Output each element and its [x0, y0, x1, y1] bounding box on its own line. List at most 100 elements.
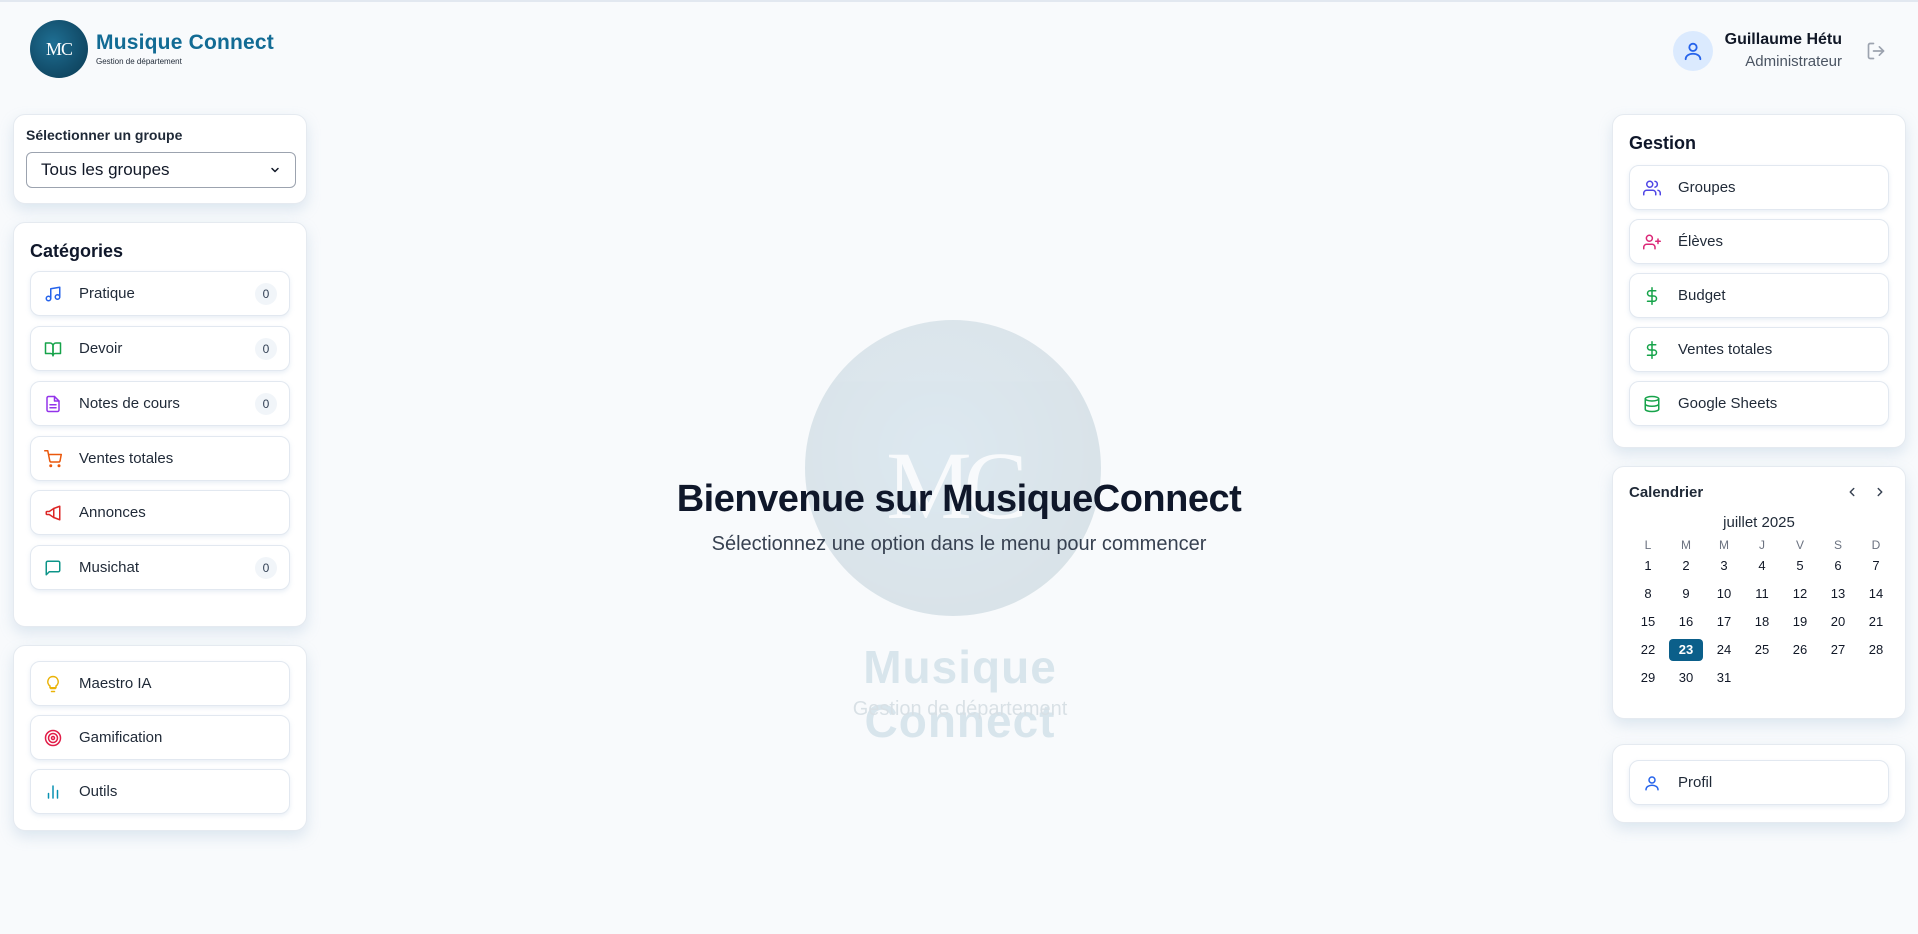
calendar-day[interactable]: 9	[1667, 583, 1705, 611]
calendar-day[interactable]: 20	[1819, 611, 1857, 639]
database-icon	[1642, 394, 1662, 414]
calendar-day[interactable]: 14	[1857, 583, 1895, 611]
category-item-ventes-totales[interactable]: Ventes totales	[30, 436, 290, 481]
target-icon	[43, 728, 63, 748]
calendar-day-number: 29	[1640, 670, 1656, 685]
calendar-day[interactable]: 30	[1667, 667, 1705, 695]
calendar-day[interactable]: 24	[1705, 639, 1743, 667]
calendar-day[interactable]: 4	[1743, 555, 1781, 583]
calendar-title: Calendrier	[1629, 483, 1704, 501]
user-role: Administrateur	[1745, 53, 1842, 70]
calendar-day-number: 16	[1678, 614, 1694, 629]
count-badge: 0	[255, 282, 277, 305]
tool-item-maestro-ia[interactable]: Maestro IA	[30, 661, 290, 706]
calendar-card: Calendrier juillet 2025 LMMJVSD123456789…	[1612, 466, 1906, 719]
calendar-day-number: 8	[1644, 586, 1652, 601]
calendar-day[interactable]: 16	[1667, 611, 1705, 639]
gestion-item-budget[interactable]: Budget	[1629, 273, 1889, 318]
calendar-day[interactable]: 6	[1819, 555, 1857, 583]
calendar-day[interactable]: 2	[1667, 555, 1705, 583]
gestion-label: Ventes totales	[1678, 341, 1773, 358]
group-select-value: Tous les groupes	[41, 160, 170, 179]
group-selector-label: Sélectionner un groupe	[26, 127, 183, 143]
calendar-day-number: 1	[1644, 558, 1652, 573]
gestion-item-eleves[interactable]: Élèves	[1629, 219, 1889, 264]
group-select[interactable]: Tous les groupes	[26, 152, 296, 188]
category-item-devoir[interactable]: Devoir 0	[30, 326, 290, 371]
gestion-item-groupes[interactable]: Groupes	[1629, 165, 1889, 210]
profile-button[interactable]: Profil	[1629, 760, 1889, 805]
count-badge: 0	[255, 556, 277, 579]
calendar-day-number: 15	[1640, 614, 1656, 629]
calendar-day-number: 20	[1830, 614, 1846, 629]
categories-title: Catégories	[30, 241, 124, 261]
group-selector-card: Sélectionner un groupe Tous les groupes	[13, 114, 307, 204]
gestion-item-ventes-totales[interactable]: Ventes totales	[1629, 327, 1889, 372]
category-label: Annonces	[79, 504, 146, 521]
calendar-day[interactable]: 13	[1819, 583, 1857, 611]
calendar-weekday: V	[1795, 538, 1804, 552]
calendar-day[interactable]: 25	[1743, 639, 1781, 667]
calendar-day-number: 11	[1755, 586, 1769, 601]
calendar-day[interactable]: 26	[1781, 639, 1819, 667]
watermark-name: Musique Connect	[863, 641, 1057, 747]
calendar-day[interactable]: 18	[1743, 611, 1781, 639]
calendar-day[interactable]: 22	[1629, 639, 1667, 667]
tools-card: Maestro IA Gamification Outils	[13, 645, 307, 831]
gestion-item-google-sheets[interactable]: Google Sheets	[1629, 381, 1889, 426]
category-label: Musichat	[79, 559, 140, 576]
calendar-day[interactable]: 15	[1629, 611, 1667, 639]
calendar-day-number: 19	[1792, 614, 1808, 629]
calendar-day[interactable]: 8	[1629, 583, 1667, 611]
calendar-day[interactable]: 19	[1781, 611, 1819, 639]
tool-item-gamification[interactable]: Gamification	[30, 715, 290, 760]
category-item-notes-de-cours[interactable]: Notes de cours 0	[30, 381, 290, 426]
chevron-left-icon[interactable]	[1843, 483, 1861, 501]
category-item-pratique[interactable]: Pratique 0	[30, 271, 290, 316]
dollar-icon	[1642, 340, 1662, 360]
count-badge: 0	[255, 337, 277, 360]
calendar-weekday: M	[1719, 538, 1729, 552]
calendar-day[interactable]: 27	[1819, 639, 1857, 667]
calendar-weekday: D	[1871, 538, 1881, 552]
brand[interactable]: MC Musique Connect Gestion de départemen…	[30, 20, 274, 78]
calendar-day[interactable]: 3	[1705, 555, 1743, 583]
calendar-day[interactable]: 7	[1857, 555, 1895, 583]
chat-icon	[43, 558, 63, 578]
calendar-day[interactable]: 1	[1629, 555, 1667, 583]
chevron-right-icon[interactable]	[1871, 483, 1889, 501]
calendar-day-number: 30	[1678, 670, 1694, 685]
calendar-day-number: 22	[1640, 642, 1656, 657]
category-item-musichat[interactable]: Musichat 0	[30, 545, 290, 590]
tool-item-outils[interactable]: Outils	[30, 769, 290, 814]
calendar-day-number: 26	[1792, 642, 1808, 657]
calendar-weekday: M	[1681, 538, 1691, 552]
calendar-day-number: 4	[1758, 558, 1766, 573]
profile-label: Profil	[1678, 774, 1713, 791]
calendar-day[interactable]: 21	[1857, 611, 1895, 639]
gestion-label: Élèves	[1678, 233, 1724, 250]
calendar-day-number: 6	[1834, 558, 1842, 573]
calendar-day-number: 5	[1796, 558, 1804, 573]
calendar-day[interactable]: 12	[1781, 583, 1819, 611]
calendar-day[interactable]: 11	[1743, 583, 1781, 611]
calendar-day-number: 3	[1720, 558, 1728, 573]
calendar-day-number: 18	[1754, 614, 1770, 629]
calendar-day[interactable]: 10	[1705, 583, 1743, 611]
profile-card: Profil	[1612, 744, 1906, 823]
calendar-day[interactable]: 31	[1705, 667, 1743, 695]
user-avatar-icon[interactable]	[1672, 31, 1713, 71]
dollar-icon	[1642, 286, 1662, 306]
calendar-day[interactable]: 29	[1629, 667, 1667, 695]
logout-icon[interactable]	[1864, 39, 1888, 63]
category-item-annonces[interactable]: Annonces	[30, 490, 290, 535]
gestion-card: Gestion Groupes Élèves Budget Ventes tot…	[1612, 114, 1906, 448]
logo: MC	[30, 20, 88, 78]
gestion-label: Google Sheets	[1678, 395, 1778, 412]
calendar-day[interactable]: 5	[1781, 555, 1819, 583]
calendar-day-today[interactable]: 23	[1667, 639, 1705, 667]
calendar-day[interactable]: 28	[1857, 639, 1895, 667]
calendar-day[interactable]: 17	[1705, 611, 1743, 639]
chevron-down-icon	[271, 167, 279, 173]
book-icon	[43, 339, 63, 359]
